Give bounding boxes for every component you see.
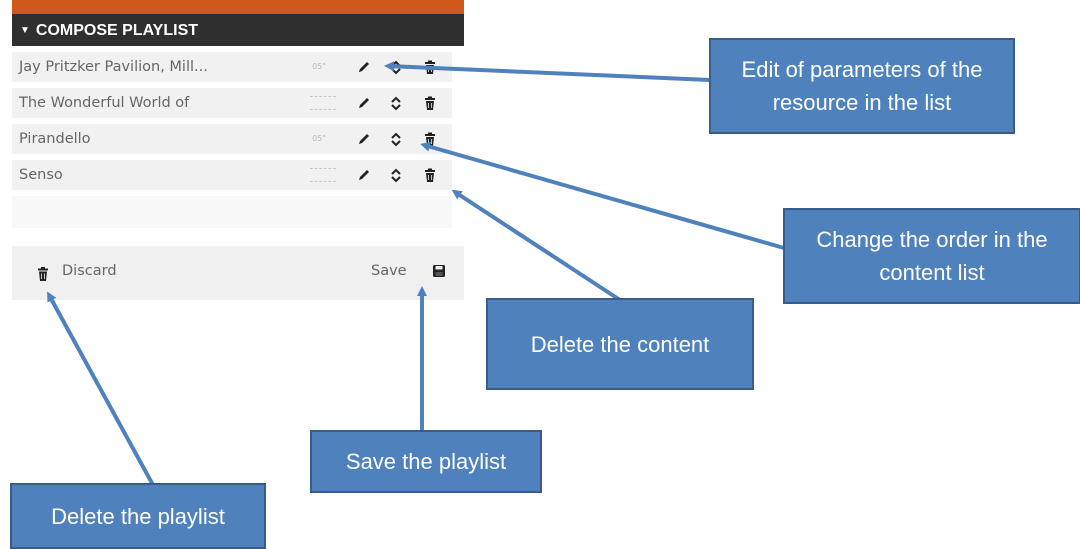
arrow-delete-content	[451, 189, 622, 302]
callout-edit-text: Edit of parameters of the resource in th…	[741, 57, 983, 115]
callout-order: Change the order in the content list	[783, 208, 1080, 304]
callout-order-text: Change the order in the content list	[816, 227, 1048, 285]
callout-delete-content-text: Delete the content	[530, 331, 710, 357]
callout-delete-playlist-text: Delete the playlist	[51, 503, 225, 529]
arrow-edit	[384, 61, 711, 82]
callout-delete-playlist: Delete the playlist	[10, 483, 266, 549]
arrow-order	[420, 141, 785, 250]
arrow-delete-playlist	[47, 291, 155, 486]
callout-edit: Edit of parameters of the resource in th…	[709, 38, 1015, 134]
callout-save-playlist-text: Save the playlist	[345, 449, 507, 474]
callout-delete-content: Delete the content	[486, 298, 754, 390]
callout-save-playlist: Save the playlist	[310, 430, 542, 493]
